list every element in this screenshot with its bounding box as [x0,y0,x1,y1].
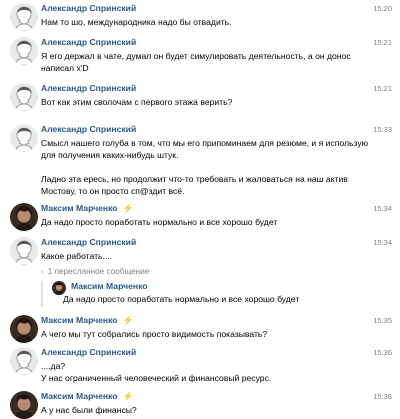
author-name[interactable]: Александр Спринский [41,347,136,358]
author-name[interactable]: Максим Марченко ⚡ [41,315,133,326]
author-name-text[interactable]: Максим Марченко [41,203,118,213]
lightning-icon: ⚡ [122,391,134,401]
message-line: Нам то шо, международника надо бы отвади… [41,17,232,27]
lightning-icon: ⚡ [122,203,134,213]
message-text: А у нас были финансы? [41,404,381,416]
author-name[interactable]: Александр Спринский [41,37,136,48]
forwarded-count-label: 1 пересланное сообщение [47,267,150,276]
message-text: Смысл нашего голуба в том, что мы его пр… [41,137,381,197]
message-line: А чего мы тут собрались просто видимость… [41,329,268,339]
avatar-aleksandr[interactable] [10,83,38,111]
forwarded-text: Да надо просто поработать нормально и вс… [63,293,373,305]
author-name[interactable]: Александр Спринский [41,83,136,94]
message-line: Да надо просто поработать нормально и вс… [63,294,300,304]
message-time[interactable]: 15:35 [373,315,392,326]
author-name[interactable]: Александр Спринский [41,124,136,135]
message-time[interactable]: 15:34 [373,237,392,248]
message-line: Мостову, то он просто сп@здит всё. [41,186,185,196]
forwarded-author-name[interactable]: Максим Марченко [71,281,148,292]
message-text: Я его держал в чате, думал он будет симу… [41,50,381,74]
avatar-aleksandr[interactable] [10,3,38,31]
author-name-text[interactable]: Максим Марченко [41,391,118,401]
forwarded-message[interactable]: Максим Марченко Да надо просто поработат… [41,281,383,307]
message-line: У нас ограниченный человеческий и финанс… [41,373,272,383]
message-text: Да надо просто поработать нормально и вс… [41,216,381,228]
lightning-icon: ⚡ [122,315,134,325]
author-name[interactable]: Максим Марченко ⚡ [41,203,133,214]
avatar-maksim[interactable] [10,315,38,343]
author-name[interactable]: Максим Марченко ⚡ [41,391,133,402]
forwarded-messages-toggle[interactable]: ‹ 1 пересланное сообщение [41,266,149,277]
message-line: Какое работать.... [41,251,113,261]
avatar-maksim[interactable] [10,203,38,231]
message-time[interactable]: 15:33 [373,124,392,135]
message-time[interactable]: 15:34 [373,203,392,214]
chat-history: Александр Спринский 15:20 Нам то шо, меж… [0,0,400,419]
message-text: Вот как этим сволочам с первого этажа ве… [41,96,381,108]
avatar-aleksandr[interactable] [10,37,38,65]
avatar-aleksandr[interactable] [10,124,38,152]
message-line: ....да? [41,361,66,371]
message-time[interactable]: 15:21 [373,83,392,94]
message-time[interactable]: 15:21 [373,37,392,48]
message-line: Ладно эта ересь, но продолжит что-то тре… [41,174,348,184]
message-time[interactable]: 15:36 [373,347,392,358]
avatar-aleksandr[interactable] [10,347,38,375]
message-text: Какое работать.... [41,250,381,262]
author-name-text[interactable]: Максим Марченко [41,315,118,325]
message-text: ....да? У нас ограниченный человеческий … [41,360,381,384]
message-line: Смысл нашего голуба в том, что мы его пр… [41,138,369,148]
avatar-aleksandr[interactable] [10,237,38,265]
message-text: Нам то шо, международника надо бы отвади… [41,16,381,28]
message-line: Вот как этим сволочам с первого этажа ве… [41,97,233,107]
message-line: Да надо просто поработать нормально и вс… [41,217,278,227]
message-line: А у нас были финансы? [41,405,137,415]
author-name[interactable]: Александр Спринский [41,237,136,248]
author-name[interactable]: Александр Спринский [41,3,136,14]
message-time[interactable]: 15:36 [373,391,392,402]
message-time[interactable]: 15:20 [373,3,392,14]
chevron-left-icon: ‹ [41,267,44,276]
message-line: для получения каких-нибудь штук. [41,150,179,160]
message-line: Я его держал в чате, думал он будет симу… [41,51,351,61]
message-text: А чего мы тут собрались просто видимость… [41,328,381,340]
message-line: написал х'D [41,63,89,73]
